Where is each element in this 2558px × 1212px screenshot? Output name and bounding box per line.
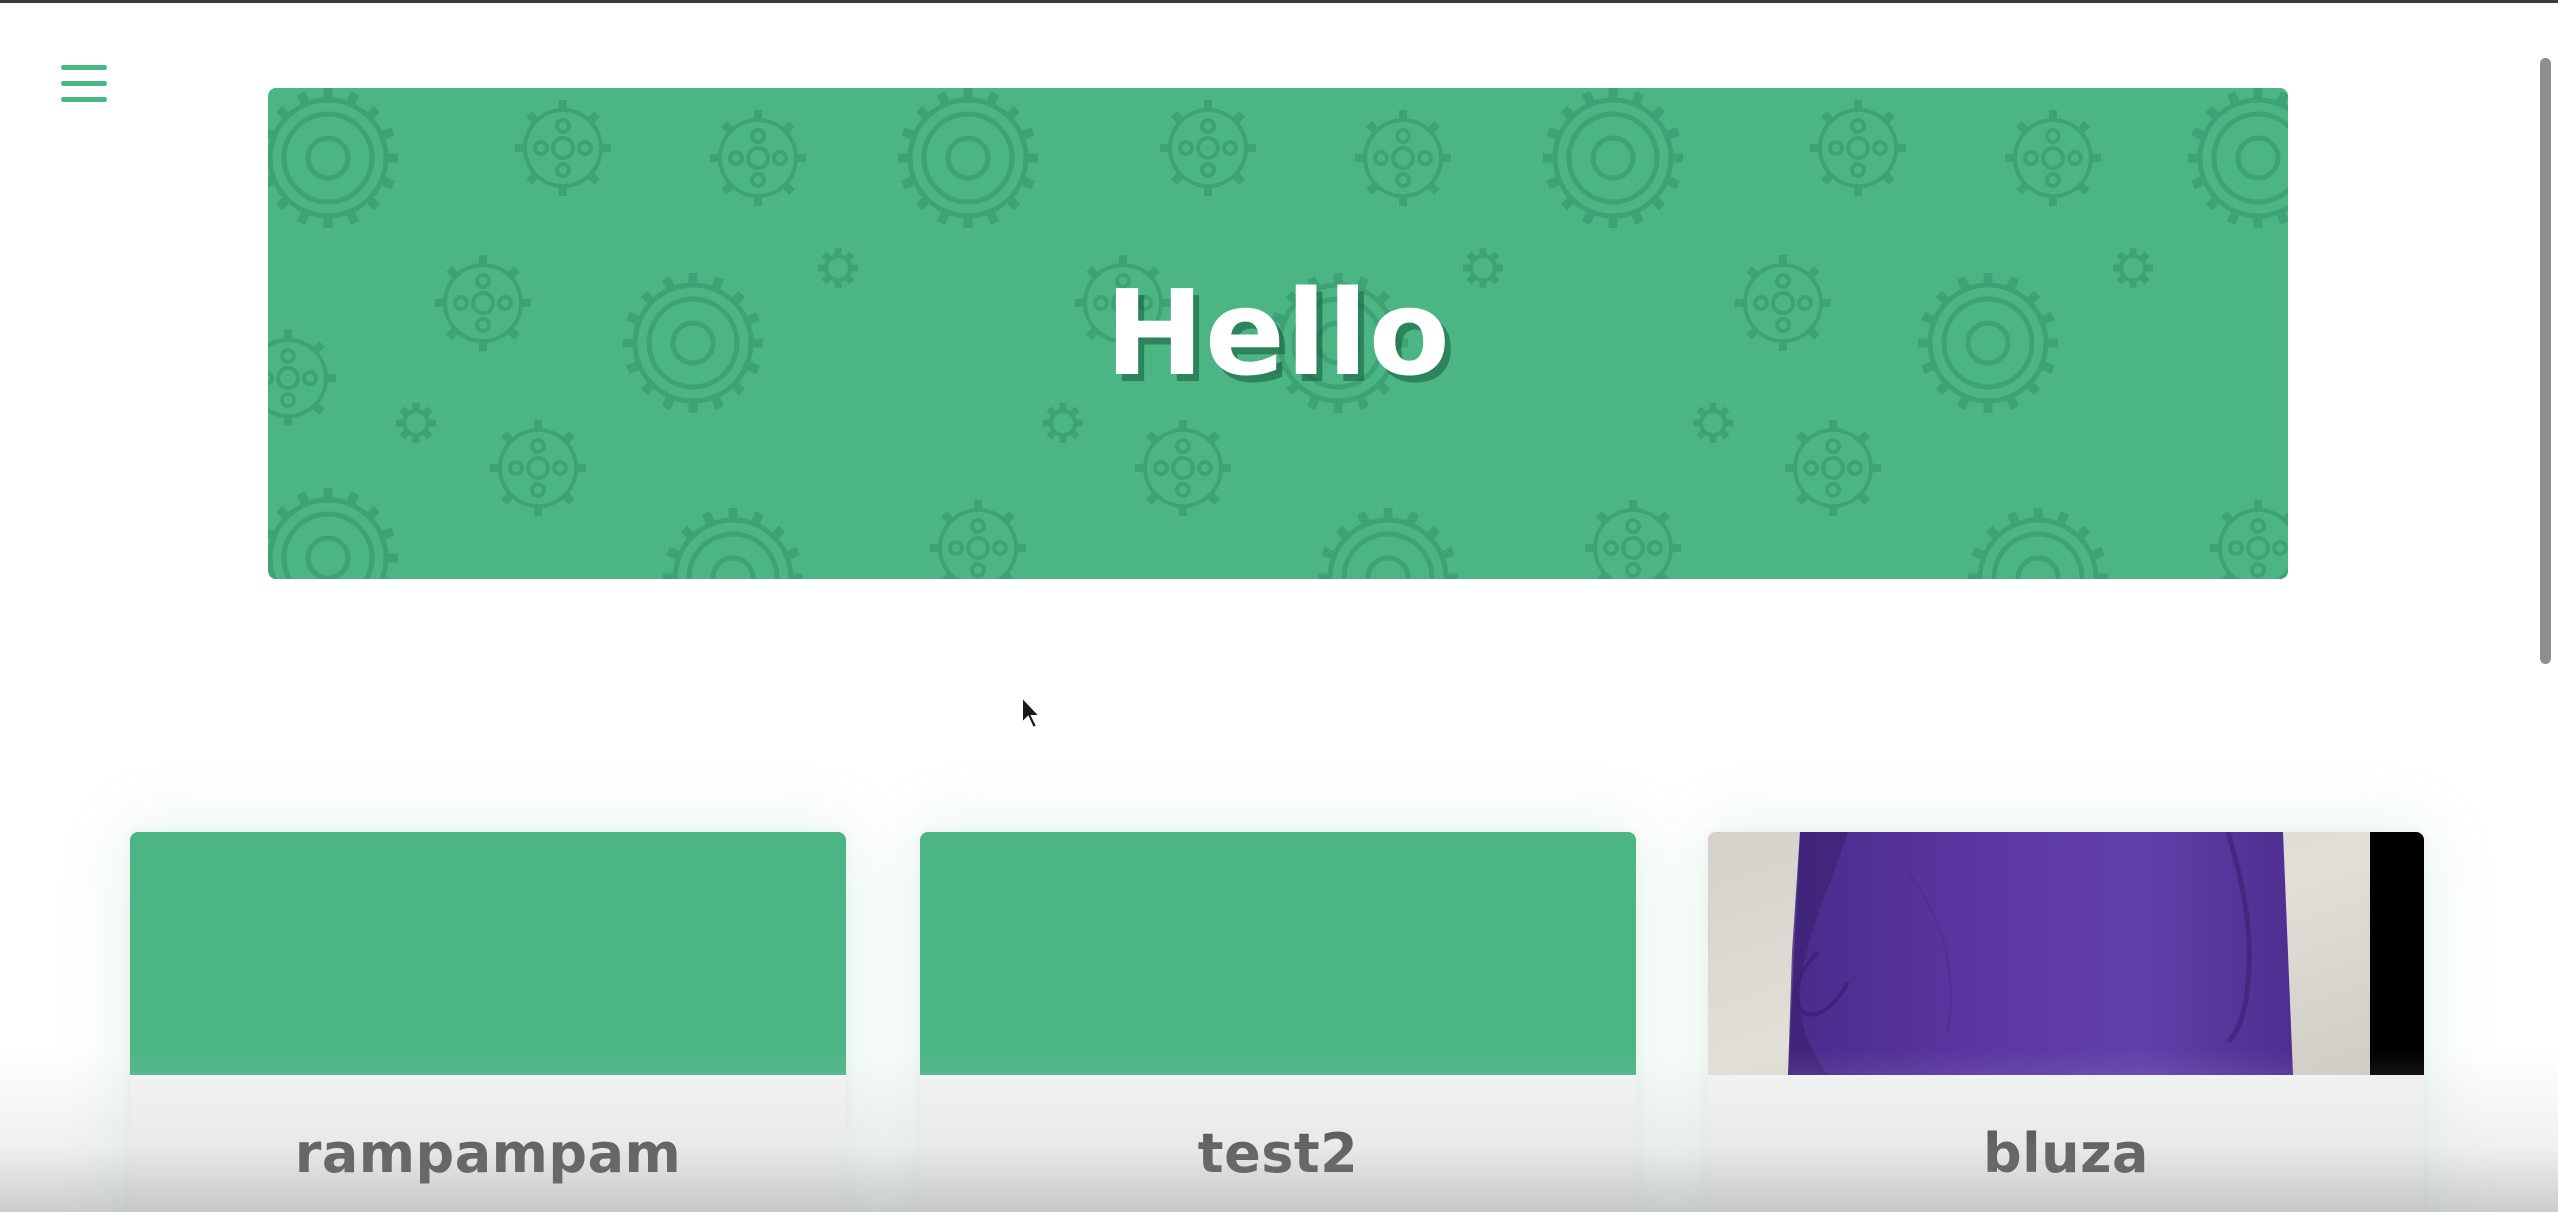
card-image <box>130 832 846 1075</box>
menu-line <box>61 81 107 86</box>
hero-banner: Hello <box>268 88 2288 579</box>
menu-line <box>61 97 107 102</box>
hamburger-menu-icon[interactable] <box>58 62 112 106</box>
menu-line <box>61 65 107 70</box>
hero-title: Hello <box>1105 264 1451 402</box>
card-title: test2 <box>1197 1122 1359 1185</box>
scrollbar-thumb[interactable] <box>2540 58 2551 664</box>
card-rampampam[interactable]: rampampam <box>130 832 846 1212</box>
card-image <box>920 832 1636 1075</box>
purple-sweatshirt-image <box>1708 832 2424 1075</box>
card-bluza[interactable]: bluza <box>1708 832 2424 1212</box>
card-title: bluza <box>1983 1122 2149 1185</box>
card-test2[interactable]: test2 <box>920 832 1636 1212</box>
card-image-photo <box>1708 832 2424 1075</box>
top-border <box>0 0 2558 3</box>
page: Hello rampampam test2 bluza <box>0 0 2558 1212</box>
card-title: rampampam <box>294 1122 682 1185</box>
mouse-cursor-icon <box>1021 695 1043 730</box>
